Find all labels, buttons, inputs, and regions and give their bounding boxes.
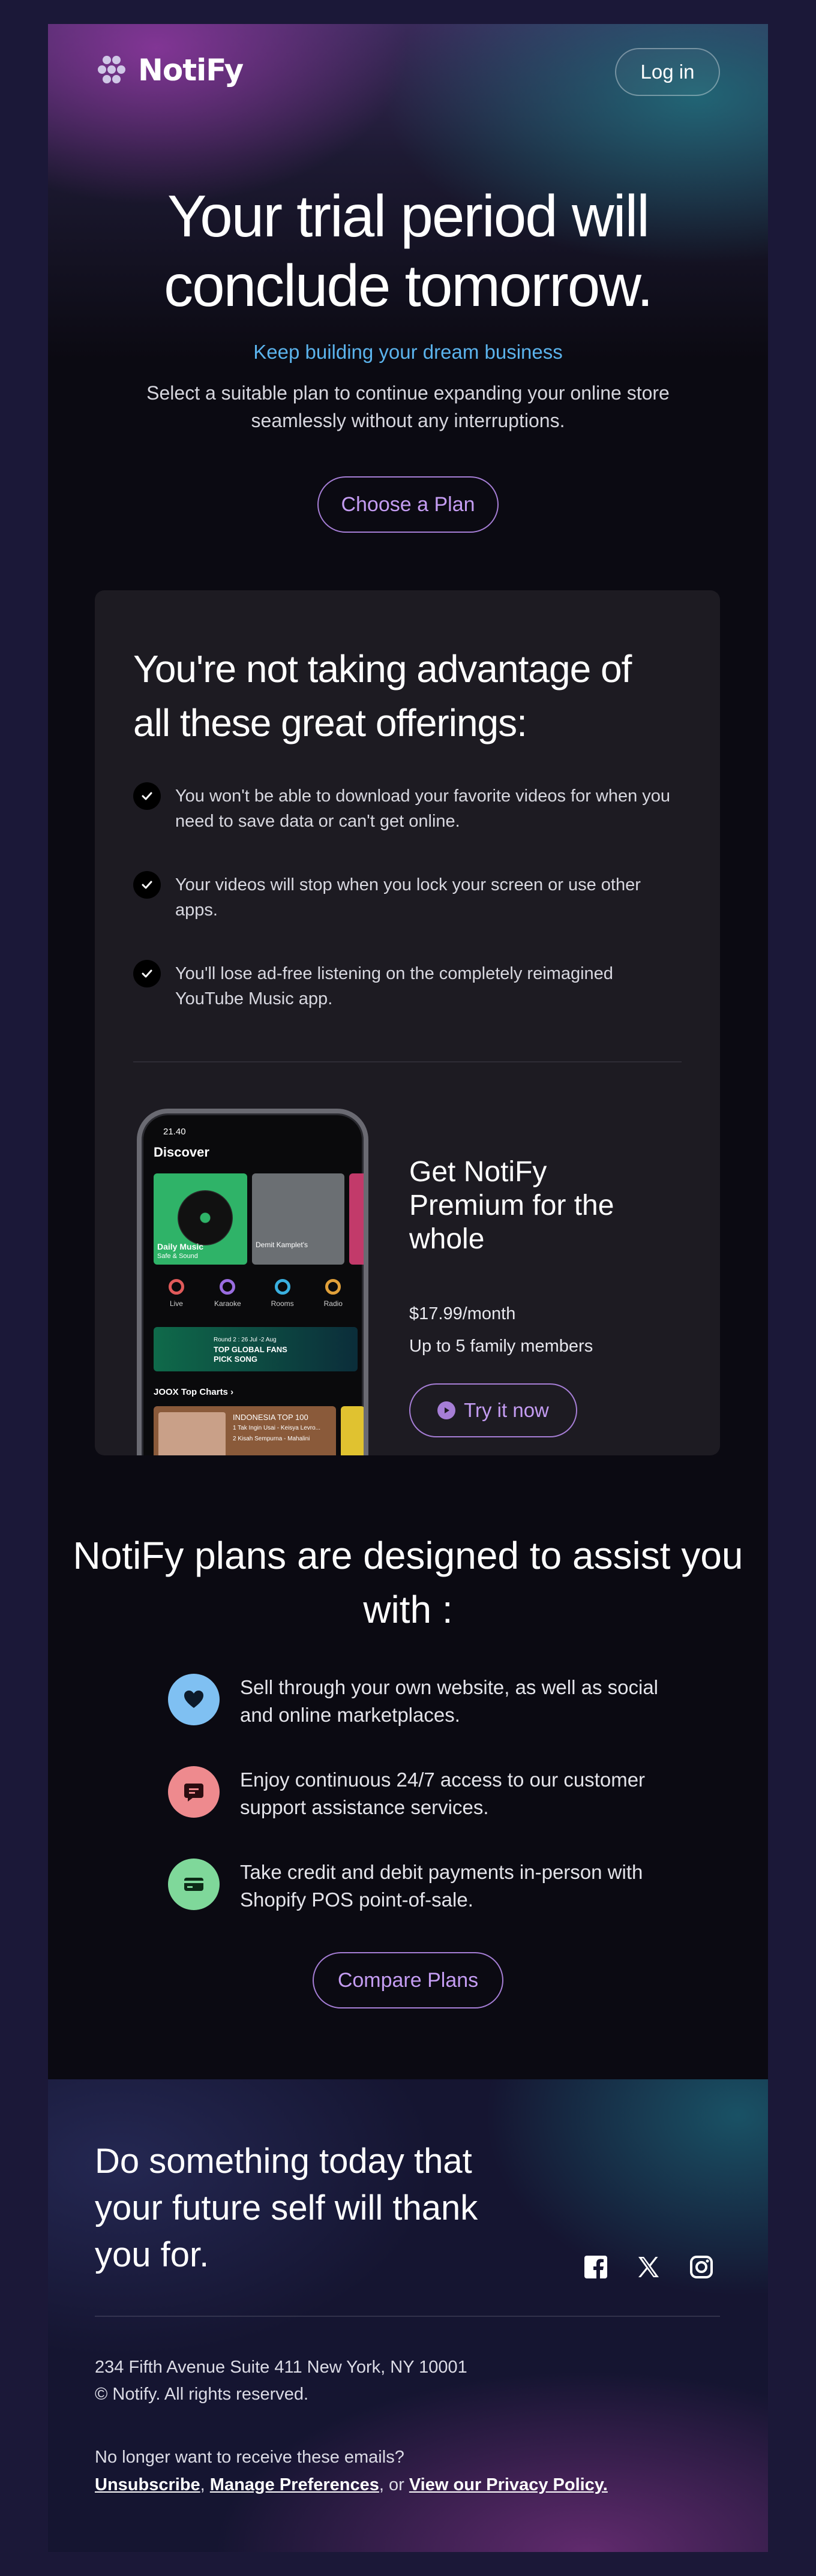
chart-text: INDONESIA TOP 100 1 Tak Ingin Usai - Kei… <box>233 1412 320 1445</box>
heart-icon <box>168 1674 220 1725</box>
category-radio: Radio <box>324 1279 343 1308</box>
try-it-now-button[interactable]: Try it now <box>409 1383 577 1437</box>
hero-description: Select a suitable plan to continue expan… <box>146 382 670 431</box>
brand-logo[interactable]: NotiFy <box>95 52 244 89</box>
chart-title: INDONESIA TOP 100 <box>233 1413 308 1422</box>
category-live: Live <box>168 1279 184 1308</box>
offering-text: You'll lose ad-free listening on the com… <box>175 964 613 1008</box>
category-label: Rooms <box>271 1299 294 1308</box>
tile-title: Demit Kamplet's <box>256 1241 308 1249</box>
login-button[interactable]: Log in <box>615 48 720 96</box>
footer-links: Unsubscribe, Manage Preferences, or View… <box>95 2475 608 2495</box>
instagram-icon[interactable] <box>688 2253 715 2281</box>
play-icon <box>437 1401 456 1419</box>
email-container: NotiFy Log in Your trial period will con… <box>48 24 768 2552</box>
karaoke-icon <box>220 1279 236 1295</box>
chat-icon <box>168 1766 220 1818</box>
feature-item: Enjoy continuous 24/7 access to our cust… <box>168 1766 660 1821</box>
category-rooms: Rooms <box>271 1279 294 1308</box>
footer: Do something today that your future self… <box>48 2079 768 2552</box>
plans-title: NotiFy plans are designed to assist you … <box>73 1534 743 1631</box>
credit-card-icon <box>168 1859 220 1910</box>
category-label: Live <box>169 1299 183 1308</box>
x-icon[interactable] <box>635 2253 662 2281</box>
feature-text: Enjoy continuous 24/7 access to our cust… <box>240 1769 646 1818</box>
category-karaoke: Karaoke <box>214 1279 241 1308</box>
hero-title: Your trial period will conclude tomorrow… <box>48 181 768 320</box>
chart-item: 2 Kisah Sempurna - Mahalini <box>233 1436 310 1442</box>
rooms-icon <box>274 1279 290 1295</box>
artist-photo <box>158 1412 226 1455</box>
live-icon <box>168 1279 184 1295</box>
category-label: Karaoke <box>214 1299 241 1308</box>
footer-address-block: 234 Fifth Avenue Suite 411 New York, NY … <box>95 2354 467 2408</box>
footer-title: Do something today that your future self… <box>95 2142 478 2274</box>
category-row: Live Karaoke Rooms Radio <box>154 1279 358 1308</box>
privacy-policy-link[interactable]: View our Privacy Policy. <box>409 2475 608 2494</box>
hero-title-line-2: conclude tomorrow. <box>164 253 653 319</box>
offerings-card: You're not taking advantage of all these… <box>95 590 720 1455</box>
premium-price: $17.99/month <box>409 1304 516 1323</box>
feature-item: Sell through your own website, as well a… <box>168 1674 660 1729</box>
footer-address: 234 Fifth Avenue Suite 411 New York, NY … <box>95 2358 467 2377</box>
logo-icon <box>98 56 125 83</box>
tile-title: Daily Music <box>157 1242 204 1251</box>
banner-subheadline: PICK SONG <box>214 1355 257 1364</box>
footer-divider <box>95 2316 720 2317</box>
link-separator: , or <box>379 2475 409 2494</box>
phone-mockup: 21.40 Discover Daily Music Safe & Sound … <box>137 1109 368 1455</box>
manage-preferences-link[interactable]: Manage Preferences <box>210 2475 379 2494</box>
vinyl-icon <box>178 1190 233 1245</box>
offering-item: Your videos will stop when you lock your… <box>133 871 673 923</box>
footer-copyright: © Notify. All rights reserved. <box>95 2385 309 2404</box>
tile-subtitle: Safe & Sound <box>157 1253 198 1260</box>
radio-icon <box>325 1279 341 1295</box>
facebook-icon[interactable] <box>582 2253 610 2281</box>
premium-title: Get NotiFy Premium for the whole <box>409 1156 614 1255</box>
offering-text: You won't be able to download your favor… <box>175 786 671 831</box>
hero-subtitle: Keep building your dream business <box>253 341 563 363</box>
check-icon <box>133 782 161 810</box>
banner-date: Round 2 : 26 Jul -2 Aug <box>214 1337 277 1343</box>
phone-heading: Discover <box>154 1145 209 1160</box>
chart-tile: INDONESIA TOP 100 1 Tak Ingin Usai - Kei… <box>154 1406 336 1455</box>
banner-text: Round 2 : 26 Jul -2 Aug TOP GLOBAL FANS … <box>214 1335 287 1364</box>
unsubscribe-link[interactable]: Unsubscribe <box>95 2475 200 2494</box>
hero-title-line-1: Your trial period will <box>167 183 650 249</box>
link-separator: , <box>200 2475 210 2494</box>
choose-plan-button[interactable]: Choose a Plan <box>317 476 499 533</box>
hero-section: NotiFy Log in Your trial period will con… <box>48 24 768 588</box>
unsubscribe-question: No longer want to receive these emails? <box>95 2448 404 2467</box>
feature-item: Take credit and debit payments in-person… <box>168 1859 660 1914</box>
feature-text: Sell through your own website, as well a… <box>240 1676 659 1726</box>
card-divider <box>133 1061 682 1062</box>
chart-item: 1 Tak Ingin Usai - Keisya Levro... <box>233 1425 320 1431</box>
social-links <box>582 2253 715 2281</box>
try-it-now-label: Try it now <box>464 1399 549 1421</box>
offerings-title: You're not taking advantage of all these… <box>133 647 632 744</box>
check-icon <box>133 871 161 899</box>
chart-tile-side <box>341 1406 364 1455</box>
brand-name: NotiFy <box>138 53 244 88</box>
top-charts-label: JOOX Top Charts › <box>154 1387 234 1397</box>
offering-item: You won't be able to download your favor… <box>133 782 673 834</box>
offering-text: Your videos will stop when you lock your… <box>175 875 641 920</box>
premium-members: Up to 5 family members <box>409 1337 593 1356</box>
banner-headline: TOP GLOBAL FANS <box>214 1345 287 1354</box>
check-icon <box>133 960 161 987</box>
more-tile <box>349 1173 364 1265</box>
artist-tile: Demit Kamplet's <box>252 1173 344 1265</box>
promo-banner: Round 2 : 26 Jul -2 Aug TOP GLOBAL FANS … <box>154 1327 358 1371</box>
daily-music-tile: Daily Music Safe & Sound <box>154 1173 247 1265</box>
compare-plans-button[interactable]: Compare Plans <box>313 1952 503 2008</box>
offering-item: You'll lose ad-free listening on the com… <box>133 960 673 1011</box>
phone-time: 21.40 <box>163 1127 186 1137</box>
feature-text: Take credit and debit payments in-person… <box>240 1861 643 1911</box>
category-label: Radio <box>323 1299 343 1308</box>
